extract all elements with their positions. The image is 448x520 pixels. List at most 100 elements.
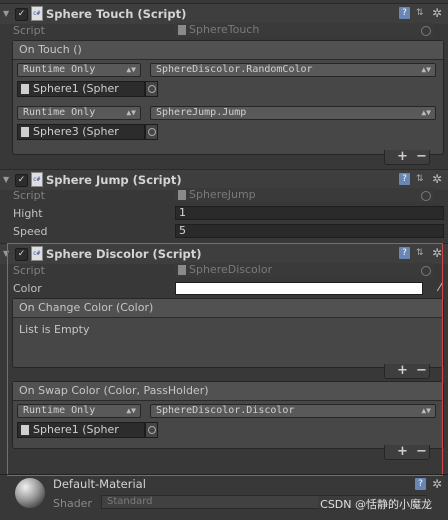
remove-listener-button[interactable]: − <box>416 444 427 459</box>
help-book-icon[interactable]: ? <box>399 247 410 259</box>
dropdown-arrow-icon: ▲▼ <box>421 108 431 117</box>
material-preview-sphere[interactable] <box>15 478 45 508</box>
script-label: Script <box>13 24 45 37</box>
runtime-dropdown[interactable]: Runtime Only ▲▼ <box>17 63 141 77</box>
fold-triangle-icon[interactable]: ▼ <box>3 9 9 18</box>
help-book-icon[interactable]: ? <box>399 7 410 19</box>
script-value: SphereTouch <box>189 23 260 36</box>
speed-row: Speed 5 <box>0 223 448 241</box>
gameobject-icon <box>21 84 29 94</box>
target-object-field[interactable]: Sphere1 (Spher <box>17 422 145 438</box>
gear-icon[interactable]: ✲ <box>432 478 444 490</box>
color-swatch[interactable] <box>175 282 423 295</box>
script-label: Script <box>13 189 45 202</box>
dropdown-arrow-icon: ▲▼ <box>126 406 136 415</box>
add-listener-button[interactable]: + <box>397 149 408 164</box>
object-picker-icon[interactable] <box>421 266 431 276</box>
function-label: SphereDiscolor.RandomColor <box>156 64 313 75</box>
shader-label: Shader <box>53 497 92 510</box>
script-row: Script SphereDiscolor <box>0 262 448 280</box>
speed-input[interactable]: 5 <box>175 224 444 238</box>
script-value: SphereJump <box>189 188 256 201</box>
target-label: Sphere1 (Spher <box>33 423 119 436</box>
material-name: Default-Material <box>53 477 146 491</box>
object-picker-button[interactable] <box>145 81 158 97</box>
script-row: Script SphereJump <box>0 187 448 205</box>
component-title: Sphere Touch (Script) <box>46 7 187 21</box>
script-field[interactable]: SphereJump <box>175 188 434 202</box>
eyedropper-icon[interactable]: ⁄ <box>439 280 441 294</box>
event-header: On Touch () <box>13 41 443 60</box>
function-dropdown[interactable]: SphereDiscolor.RandomColor ▲▼ <box>150 63 436 77</box>
unity-event-on-swap-color: On Swap Color (Color, PassHolder) Runtim… <box>12 381 444 449</box>
function-label: SphereDiscolor.Discolor <box>156 405 295 416</box>
enabled-checkbox[interactable]: ✓ <box>15 8 28 21</box>
script-file-icon <box>178 25 186 35</box>
gear-icon[interactable]: ✲ <box>432 247 444 259</box>
remove-listener-button[interactable]: − <box>416 363 427 378</box>
event-header: On Swap Color (Color, PassHolder) <box>13 382 443 401</box>
color-label: Color <box>13 282 42 295</box>
script-value: SphereDiscolor <box>189 263 273 276</box>
help-book-icon[interactable]: ? <box>399 173 410 185</box>
script-file-icon <box>31 6 43 21</box>
enabled-checkbox[interactable]: ✓ <box>15 174 28 187</box>
fold-triangle-icon[interactable]: ▼ <box>3 249 9 258</box>
object-picker-button[interactable] <box>145 422 158 438</box>
gear-icon[interactable]: ✲ <box>432 173 444 185</box>
target-object-field[interactable]: Sphere3 (Spher <box>17 124 145 140</box>
gear-icon[interactable]: ✲ <box>432 7 444 19</box>
fold-triangle-icon[interactable]: ▼ <box>3 175 9 184</box>
material-header-icons: ? ✲ <box>409 478 444 492</box>
function-dropdown[interactable]: SphereDiscolor.Discolor ▲▼ <box>150 404 436 418</box>
target-label: Sphere1 (Spher <box>33 82 119 95</box>
preset-icon[interactable]: ⇅ <box>416 247 426 259</box>
speed-label: Speed <box>13 225 48 238</box>
runtime-label: Runtime Only <box>23 405 96 416</box>
dropdown-arrow-icon: ▲▼ <box>421 65 431 74</box>
runtime-label: Runtime Only <box>23 107 96 118</box>
target-label: Sphere3 (Spher <box>33 125 119 138</box>
hight-row: Hight 1 <box>0 205 448 223</box>
runtime-dropdown[interactable]: Runtime Only ▲▼ <box>17 106 141 120</box>
component-title: Sphere Discolor (Script) <box>46 247 202 261</box>
color-row: Color ⁄ <box>0 280 448 298</box>
unity-event-on-touch: On Touch () Runtime Only ▲▼ SphereDiscolo… <box>12 40 444 155</box>
gameobject-icon <box>21 127 29 137</box>
watermark-text: CSDN @恬静的小魔龙 <box>318 496 434 512</box>
dropdown-arrow-icon: ▲▼ <box>126 108 136 117</box>
divider <box>0 474 448 475</box>
dropdown-arrow-icon: ▲▼ <box>126 65 136 74</box>
script-file-icon <box>178 265 186 275</box>
script-field[interactable]: SphereDiscolor <box>175 263 434 277</box>
remove-listener-button[interactable]: − <box>416 149 427 164</box>
component-header-sphere-discolor[interactable]: ▼ ✓ Sphere Discolor (Script) ? ⇅ ✲ <box>0 243 448 264</box>
object-picker-button[interactable] <box>145 124 158 140</box>
script-row: Script SphereTouch <box>0 22 448 40</box>
add-listener-button[interactable]: + <box>397 444 408 459</box>
event-header: On Change Color (Color) <box>13 299 443 318</box>
component-header-sphere-touch[interactable]: ▼ ✓ Sphere Touch (Script) ? ⇅ ✲ <box>0 3 448 24</box>
event-list-controls: + − <box>384 149 430 165</box>
event-list-controls: + − <box>384 363 430 379</box>
preset-icon[interactable]: ⇅ <box>416 7 426 19</box>
script-file-icon <box>178 190 186 200</box>
hight-label: Hight <box>13 207 43 220</box>
target-object-field[interactable]: Sphere1 (Spher <box>17 81 145 97</box>
event-list-controls: + − <box>384 444 430 460</box>
script-field[interactable]: SphereTouch <box>175 23 434 37</box>
preset-icon[interactable]: ⇅ <box>416 173 426 185</box>
enabled-checkbox[interactable]: ✓ <box>15 248 28 261</box>
help-book-icon[interactable]: ? <box>415 478 426 490</box>
object-picker-icon[interactable] <box>421 191 431 201</box>
runtime-dropdown[interactable]: Runtime Only ▲▼ <box>17 404 141 418</box>
unity-event-on-change-color: On Change Color (Color) List is Empty <box>12 298 444 368</box>
function-label: SphereJump.Jump <box>156 107 247 118</box>
add-listener-button[interactable]: + <box>397 363 408 378</box>
script-file-icon <box>31 246 43 261</box>
hight-input[interactable]: 1 <box>175 206 444 220</box>
empty-list-text: List is Empty <box>19 323 90 336</box>
function-dropdown[interactable]: SphereJump.Jump ▲▼ <box>150 106 436 120</box>
object-picker-icon[interactable] <box>421 26 431 36</box>
script-file-icon <box>31 172 43 187</box>
